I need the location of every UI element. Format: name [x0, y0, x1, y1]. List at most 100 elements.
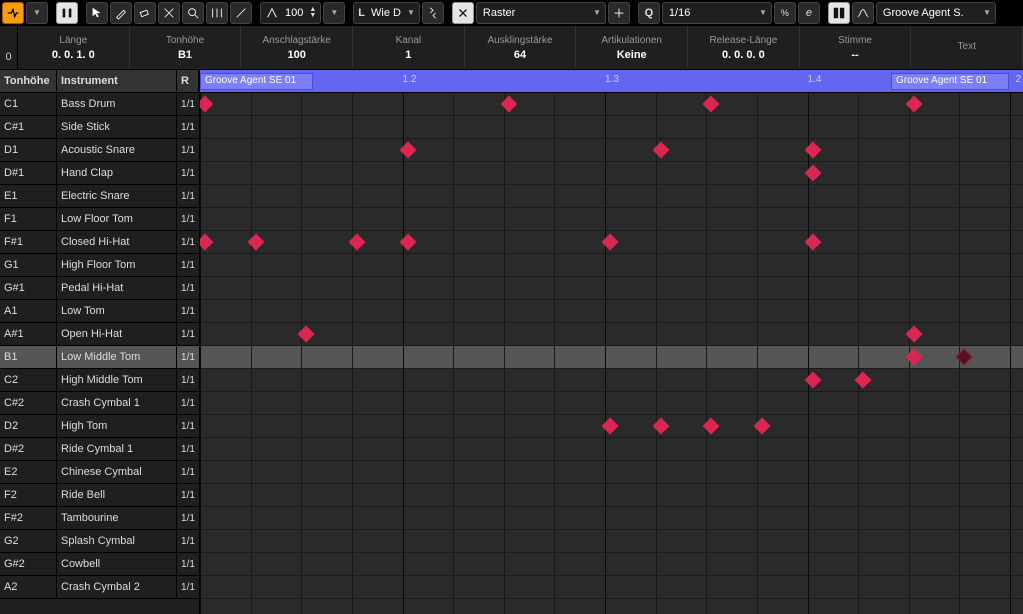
grid-row[interactable] [200, 116, 1023, 139]
grid-row[interactable] [200, 438, 1023, 461]
note-grid[interactable]: Groove Agent SE 01 1.21.31.4 Groove Agen… [200, 70, 1023, 614]
velocity-input-group[interactable]: 100 ▲▼ [260, 2, 321, 24]
info-cell-länge[interactable]: Länge0. 0. 1. 0 [18, 26, 130, 69]
drum-row[interactable]: G#1Pedal Hi-Hat1/1 [0, 277, 199, 300]
toolbar-dropdown-1[interactable]: ▼ [26, 2, 48, 24]
timewarp-tool[interactable] [206, 2, 228, 24]
grid-row[interactable] [200, 553, 1023, 576]
length-mode-select[interactable]: L Wie D▼ [353, 2, 420, 24]
grid-row[interactable] [200, 392, 1023, 415]
draw-tool[interactable] [110, 2, 132, 24]
grid-row[interactable] [200, 300, 1023, 323]
instrument-cell: Tambourine [57, 507, 177, 529]
info-cell-release-länge[interactable]: Release-Länge0. 0. 0. 0 [688, 26, 800, 69]
event-colors-button[interactable] [828, 2, 850, 24]
ruler-tick: 1.2 [403, 74, 417, 85]
col-pitch-header[interactable]: Tonhöhe [0, 70, 57, 92]
pitch-cell: C2 [0, 369, 57, 391]
grid-row[interactable] [200, 507, 1023, 530]
velocity-value[interactable]: 100 [283, 7, 305, 19]
grid-row[interactable] [200, 346, 1023, 369]
info-cell-ausklingstärke[interactable]: Ausklingstärke64 [465, 26, 577, 69]
link-button[interactable] [422, 2, 444, 24]
grid-row[interactable] [200, 162, 1023, 185]
drum-row[interactable]: B1Low Middle Tom1/1 [0, 346, 199, 369]
time-ruler[interactable]: Groove Agent SE 01 1.21.31.4 Groove Agen… [200, 70, 1023, 93]
quantize-settings[interactable]: e [798, 2, 820, 24]
grid-row[interactable] [200, 93, 1023, 116]
instrument-cell: Side Stick [57, 116, 177, 138]
instrument-cell: Open Hi-Hat [57, 323, 177, 345]
pointer-tool[interactable] [86, 2, 108, 24]
drum-row[interactable]: D#1Hand Clap1/1 [0, 162, 199, 185]
line-tool[interactable] [230, 2, 252, 24]
resolution-cell: 1/1 [177, 254, 199, 276]
trim-tool[interactable] [158, 2, 180, 24]
part-clip-left[interactable]: Groove Agent SE 01 [200, 73, 313, 90]
drum-row[interactable]: F2Ride Bell1/1 [0, 484, 199, 507]
drum-row[interactable]: A#1Open Hi-Hat1/1 [0, 323, 199, 346]
info-cell-text[interactable]: Text [911, 26, 1023, 69]
drum-row[interactable]: C#2Crash Cymbal 11/1 [0, 392, 199, 415]
pitch-cell: G#1 [0, 277, 57, 299]
grid-row[interactable] [200, 484, 1023, 507]
drum-row[interactable]: G1High Floor Tom1/1 [0, 254, 199, 277]
drum-row[interactable]: F1Low Floor Tom1/1 [0, 208, 199, 231]
info-cell-stimme[interactable]: Stimme-- [800, 26, 912, 69]
grid-row[interactable] [200, 323, 1023, 346]
drum-row[interactable]: C1Bass Drum1/1 [0, 93, 199, 116]
col-resolution-header[interactable]: R [177, 70, 199, 92]
drum-row[interactable]: F#2Tambourine1/1 [0, 507, 199, 530]
info-value: B1 [178, 49, 192, 61]
snap-toggle[interactable] [452, 2, 474, 24]
velocity-dropdown[interactable]: ▼ [323, 2, 345, 24]
ruler-tick: 1.3 [605, 74, 619, 85]
zoom-tool[interactable] [182, 2, 204, 24]
snap-mode-select[interactable]: Raster ▼ [476, 2, 606, 24]
pitch-cell: E2 [0, 461, 57, 483]
drum-row[interactable]: D2High Tom1/1 [0, 415, 199, 438]
grid-row[interactable] [200, 254, 1023, 277]
grid-row[interactable] [200, 277, 1023, 300]
instrument-cell: Splash Cymbal [57, 530, 177, 552]
acoustic-feedback-button[interactable] [56, 2, 78, 24]
iterative-quantize[interactable]: % [774, 2, 796, 24]
part-clip-right[interactable]: Groove Agent SE 01 [891, 73, 1009, 90]
info-cell-artikulationen[interactable]: ArtikulationenKeine [576, 26, 688, 69]
grid-row[interactable] [200, 369, 1023, 392]
pitch-cell: E1 [0, 185, 57, 207]
instrument-cell: Bass Drum [57, 93, 177, 115]
drum-row[interactable]: E2Chinese Cymbal1/1 [0, 461, 199, 484]
drum-row[interactable]: A1Low Tom1/1 [0, 300, 199, 323]
grid-row[interactable] [200, 576, 1023, 599]
drum-row[interactable]: F#1Closed Hi-Hat1/1 [0, 231, 199, 254]
drum-row[interactable]: G#2Cowbell1/1 [0, 553, 199, 576]
show-controllers-button[interactable] [852, 2, 874, 24]
drum-row[interactable]: D#2Ride Cymbal 11/1 [0, 438, 199, 461]
grid-row[interactable] [200, 208, 1023, 231]
drum-row[interactable]: C2High Middle Tom1/1 [0, 369, 199, 392]
drum-list-header: Tonhöhe Instrument R [0, 70, 199, 93]
snap-grid-relative[interactable] [608, 2, 630, 24]
track-selector[interactable]: Groove Agent S. ▼ [876, 2, 996, 24]
solo-editor-button[interactable] [2, 2, 24, 24]
pitch-cell: D#2 [0, 438, 57, 460]
drum-row[interactable]: E1Electric Snare1/1 [0, 185, 199, 208]
drum-row[interactable]: A2Crash Cymbal 21/1 [0, 576, 199, 599]
info-cell-tonhöhe[interactable]: TonhöheB1 [130, 26, 242, 69]
col-instrument-header[interactable]: Instrument [57, 70, 177, 92]
grid-row[interactable] [200, 530, 1023, 553]
erase-tool[interactable] [134, 2, 156, 24]
pitch-cell: F2 [0, 484, 57, 506]
drum-row[interactable]: D1Acoustic Snare1/1 [0, 139, 199, 162]
drum-row[interactable]: G2Splash Cymbal1/1 [0, 530, 199, 553]
instrument-cell: Pedal Hi-Hat [57, 277, 177, 299]
quantize-apply[interactable]: Q [638, 2, 660, 24]
grid-row[interactable] [200, 139, 1023, 162]
info-cell-anschlagstärke[interactable]: Anschlagstärke100 [241, 26, 353, 69]
grid-row[interactable] [200, 185, 1023, 208]
drum-row[interactable]: C#1Side Stick1/1 [0, 116, 199, 139]
grid-row[interactable] [200, 461, 1023, 484]
quantize-select[interactable]: 1/16 ▼ [662, 2, 772, 24]
info-cell-kanal[interactable]: Kanal1 [353, 26, 465, 69]
